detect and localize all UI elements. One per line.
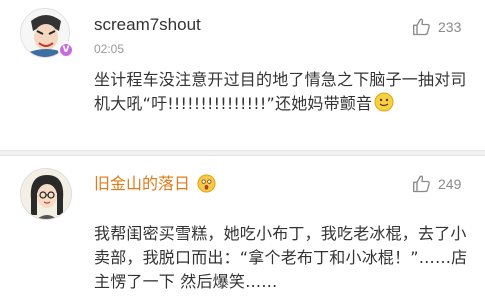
- comment-text: 坐计程车没注意开过目的地了情急之下脑子一抽对司机大吼“吁!!!!!!!!!!!!…: [94, 70, 467, 113]
- surprised-emoji-icon: [197, 174, 216, 193]
- thumbs-up-icon: [413, 18, 430, 36]
- smile-emoji-icon: [374, 92, 394, 112]
- thumbs-up-icon: [413, 175, 430, 193]
- like-count: 249: [438, 176, 462, 192]
- verified-badge: V: [58, 42, 74, 58]
- username[interactable]: scream7shout: [94, 15, 201, 35]
- comment-text: 我帮闺密买雪糕，她吃小布丁，我吃老冰棍，去了小卖部，我脱口而出：“拿个老布丁和小…: [94, 224, 468, 291]
- username-text: 旧金山的落日: [94, 174, 191, 193]
- comment-item: 旧金山的落日 249 我帮闺密买雪糕，她吃小布丁，我吃老冰棍，去了小卖部，我脱口…: [0, 156, 485, 303]
- timestamp: 02:05: [94, 42, 125, 56]
- like-button[interactable]: 249: [412, 174, 461, 194]
- cartoon-girl-avatar-icon: [21, 169, 71, 219]
- comment-item: V scream7shout 02:05 233 坐计程车没注意开过目的地了情急…: [0, 0, 485, 150]
- comment-body: 我帮闺密买雪糕，她吃小布丁，我吃老冰棍，去了小卖部，我脱口而出：“拿个老布丁和小…: [94, 222, 474, 294]
- comment-body: 坐计程车没注意开过目的地了情急之下脑子一抽对司机大吼“吁!!!!!!!!!!!!…: [94, 68, 474, 116]
- like-count: 233: [438, 19, 462, 35]
- avatar[interactable]: [20, 168, 72, 220]
- like-button[interactable]: 233: [412, 17, 461, 37]
- username[interactable]: 旧金山的落日: [94, 170, 216, 194]
